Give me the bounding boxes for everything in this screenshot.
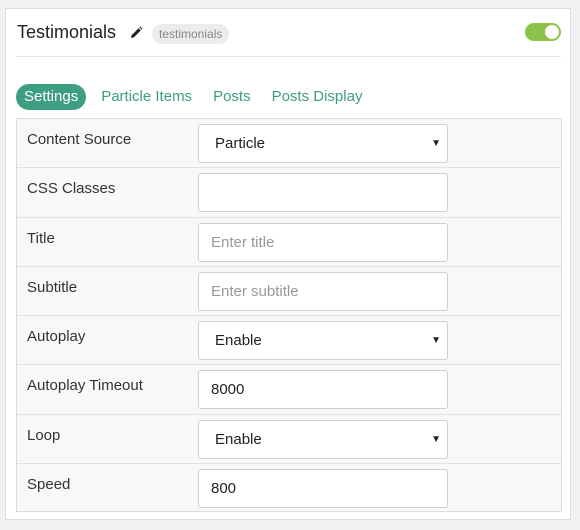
dropdown-arrow-icon: ▼	[431, 433, 441, 445]
tab-settings[interactable]: Settings	[16, 84, 87, 110]
autoplay-value: Enable	[215, 332, 262, 350]
form-row-title: Title Enter title	[17, 218, 561, 267]
speed-label: Speed	[27, 476, 71, 494]
dropdown-arrow-icon: ▼	[431, 138, 441, 149]
autoplay-timeout-input[interactable]: 8000	[198, 370, 448, 410]
form-row-content-source: Content Source Particle ▼	[17, 119, 561, 169]
dropdown-arrow-icon: ▼	[431, 335, 441, 347]
speed-input[interactable]: 800	[198, 469, 448, 509]
tab-particle-items[interactable]: Particle Items	[95, 84, 198, 110]
form-row-subtitle: Subtitle Enter subtitle	[17, 267, 561, 317]
particle-type-badge: testimonials	[152, 24, 230, 44]
content-source-value: Particle	[215, 135, 266, 152]
content-source-label: Content Source	[27, 131, 132, 148]
title-label: Title	[27, 229, 55, 247]
tab-posts[interactable]: Posts	[207, 84, 257, 110]
title-input[interactable]: Enter title	[198, 222, 448, 262]
settings-form: Content Source Particle ▼ CSS Classes Ti…	[16, 118, 562, 512]
particle-settings-panel: Testimonials testimonials Settings Parti…	[5, 8, 571, 520]
form-row-autoplay-timeout: Autoplay Timeout 8000	[17, 365, 561, 415]
form-row-css-classes: CSS Classes	[17, 168, 561, 218]
enable-toggle[interactable]	[525, 23, 561, 41]
css-classes-input[interactable]	[198, 173, 448, 213]
panel-header: Testimonials testimonials	[17, 21, 561, 57]
panel-title: Testimonials	[17, 22, 117, 42]
subtitle-input[interactable]: Enter subtitle	[198, 271, 448, 311]
autoplay-select[interactable]: Enable ▼	[198, 321, 448, 361]
loop-value: Enable	[215, 430, 262, 448]
pencil-icon[interactable]	[129, 26, 143, 40]
loop-select[interactable]: Enable ▼	[198, 419, 448, 459]
tab-posts-display[interactable]: Posts Display	[266, 84, 369, 110]
autoplay-label: Autoplay	[27, 328, 86, 346]
loop-label: Loop	[27, 426, 61, 444]
subtitle-label: Subtitle	[27, 278, 78, 296]
autoplay-timeout-label: Autoplay Timeout	[27, 377, 143, 395]
tab-bar: Settings Particle Items Posts Posts Disp…	[16, 84, 377, 110]
css-classes-label: CSS Classes	[27, 180, 116, 198]
form-row-autoplay: Autoplay Enable ▼	[17, 316, 561, 366]
content-source-select[interactable]: Particle ▼	[198, 124, 448, 163]
toggle-knob	[545, 25, 559, 39]
form-row-speed: Speed 800	[17, 464, 561, 513]
form-row-loop: Loop Enable ▼	[17, 415, 561, 465]
